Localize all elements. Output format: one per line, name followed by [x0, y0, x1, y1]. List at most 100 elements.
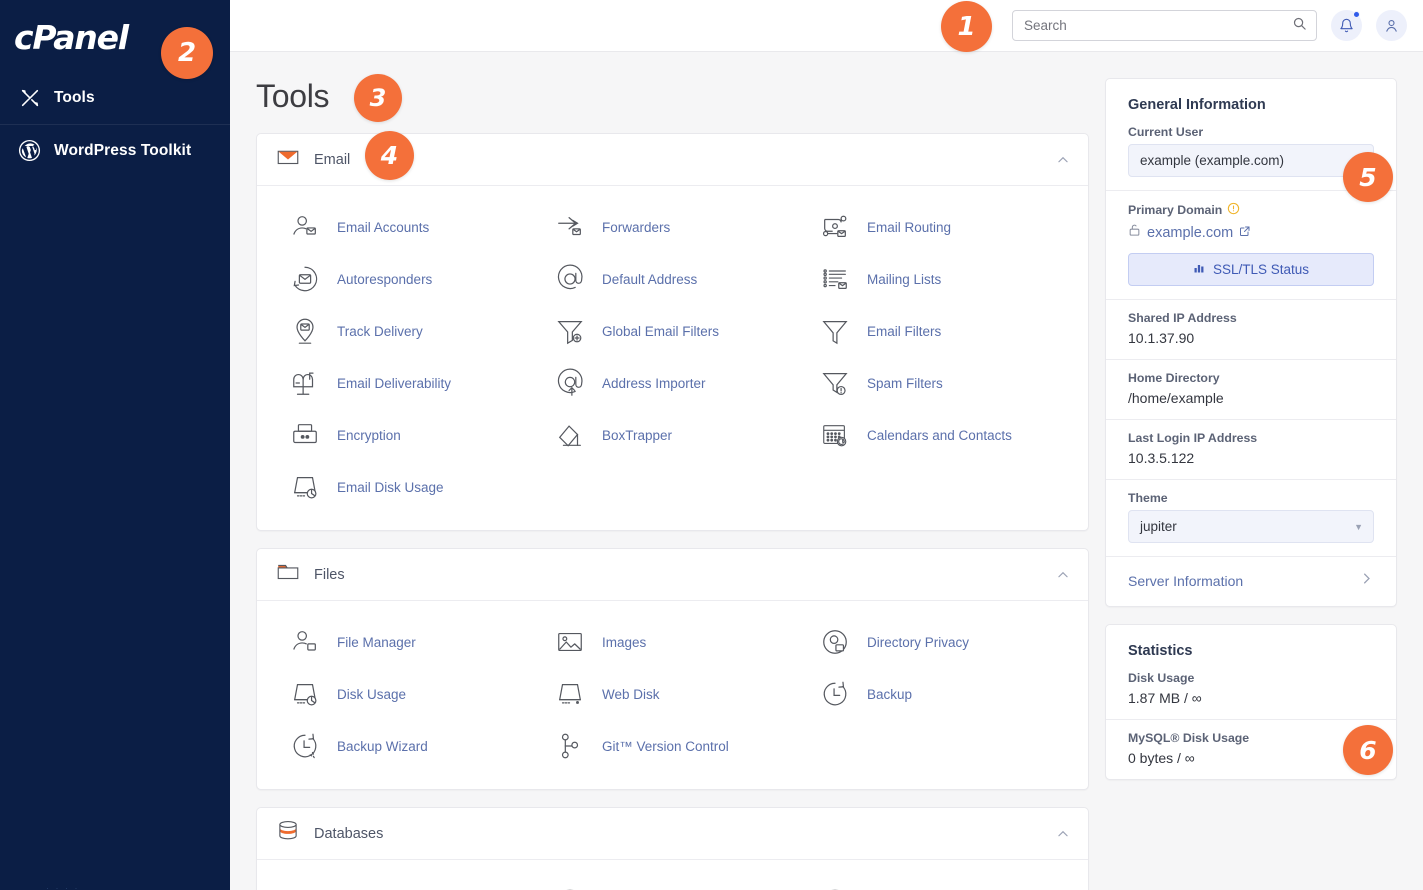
chevron-down-icon: ▼ — [1354, 521, 1363, 532]
file-manager-icon — [289, 626, 321, 658]
external-link-icon[interactable] — [1239, 224, 1251, 242]
tools-column: Tools Email Email Accounts Forwarders Em… — [256, 78, 1089, 890]
sidebar-item-tools[interactable]: Tools — [0, 72, 230, 124]
wordpress-icon — [18, 139, 41, 162]
current-user-select[interactable]: example (example.com) ▼ — [1128, 144, 1374, 177]
email-disk-usage-icon — [289, 471, 321, 503]
cpanel-app: cPanel Tools WordPress Toolkit · · · · S… — [0, 0, 1423, 890]
tool-web-disk[interactable]: Web Disk — [540, 671, 805, 717]
last-login-ip-value: 10.3.5.122 — [1128, 450, 1195, 466]
email-accounts-icon — [289, 211, 321, 243]
search-box[interactable] — [1012, 10, 1317, 41]
ssl-tls-status-label: SSL/TLS Status — [1212, 262, 1310, 277]
current-user-label: Current User — [1128, 125, 1204, 139]
tool-mysql-databases[interactable]: MySQL® Databases — [540, 878, 805, 890]
bar-chart-icon — [1193, 262, 1205, 277]
lock-open-icon — [1128, 223, 1141, 242]
chevron-right-icon — [1359, 571, 1374, 591]
tool-email-accounts[interactable]: Email Accounts — [275, 204, 540, 250]
disk-usage-value: 1.87 MB / ∞ — [1128, 690, 1202, 706]
tool-calendars-and-contacts[interactable]: Calendars and Contacts — [805, 412, 1070, 458]
tool-track-delivery[interactable]: Track Delivery — [275, 308, 540, 354]
mailing-lists-icon — [819, 263, 851, 295]
chevron-up-icon[interactable] — [1056, 153, 1070, 167]
search-input[interactable] — [1024, 18, 1292, 33]
tool-global-email-filters[interactable]: Global Email Filters — [540, 308, 805, 354]
shared-ip-value: 10.1.37.90 — [1128, 330, 1195, 346]
tool-directory-privacy[interactable]: Directory Privacy — [805, 619, 1070, 665]
search-icon[interactable] — [1292, 16, 1307, 36]
folder-icon — [275, 559, 301, 590]
tool-email-accounts-label: Email Accounts — [337, 219, 430, 235]
section-email-title: Email — [314, 151, 351, 168]
chevron-up-icon[interactable] — [1056, 568, 1070, 582]
tool-boxtrapper[interactable]: BoxTrapper — [540, 412, 805, 458]
tool-disk-usage-label: Disk Usage — [337, 686, 407, 702]
spam-filters-icon — [819, 367, 851, 399]
tool-email-disk-usage[interactable]: Email Disk Usage — [275, 464, 540, 510]
theme-row: Theme jupiter ▼ — [1106, 479, 1396, 556]
tool-disk-usage[interactable]: Disk Usage — [275, 671, 540, 717]
primary-domain-label-text: Primary Domain — [1128, 203, 1223, 217]
primary-domain-label: Primary Domain — [1128, 202, 1374, 218]
warning-circle-icon[interactable] — [1227, 202, 1240, 218]
tool-forwarders[interactable]: Forwarders — [540, 204, 805, 250]
tool-default-address-label: Default Address — [602, 271, 698, 287]
tool-directory-privacy-label: Directory Privacy — [867, 634, 970, 650]
section-email: Email Email Accounts Forwarders Email Ro… — [256, 133, 1089, 531]
tool-git-version-control-label: Git™ Version Control — [602, 738, 729, 754]
account-button[interactable] — [1376, 10, 1407, 41]
general-information-title: General Information — [1128, 97, 1266, 113]
tool-encryption[interactable]: Encryption — [275, 412, 540, 458]
tool-email-routing[interactable]: Email Routing — [805, 204, 1070, 250]
tool-forwarders-label: Forwarders — [602, 219, 671, 235]
section-files-items: File Manager Images Directory Privacy Di… — [257, 601, 1088, 789]
email-deliverability-icon — [289, 367, 321, 399]
sidebar-item-wordpress-toolkit[interactable]: WordPress Toolkit — [0, 124, 230, 176]
annotation-badge-3: 3 — [354, 74, 402, 122]
tool-phpmyadmin[interactable]: php phpMyAdmin — [275, 878, 540, 890]
tool-address-importer[interactable]: Address Importer — [540, 360, 805, 406]
track-delivery-icon — [289, 315, 321, 347]
global-email-filters-icon — [554, 315, 586, 347]
annotation-badge-6: 6 — [1343, 725, 1393, 775]
tool-backup-wizard[interactable]: Backup Wizard — [275, 723, 540, 769]
backup-icon — [819, 678, 851, 710]
section-databases-header[interactable]: Databases — [257, 808, 1088, 860]
section-email-items: Email Accounts Forwarders Email Routing … — [257, 186, 1088, 530]
notifications-button[interactable] — [1331, 10, 1362, 41]
theme-select[interactable]: jupiter ▼ — [1128, 510, 1374, 543]
section-files-title: Files — [314, 566, 345, 583]
tool-mailing-lists-label: Mailing Lists — [867, 271, 942, 287]
tool-git-version-control[interactable]: Git™ Version Control — [540, 723, 805, 769]
tool-file-manager[interactable]: File Manager — [275, 619, 540, 665]
tool-calendars-and-contacts-label: Calendars and Contacts — [867, 427, 1012, 443]
tool-spam-filters[interactable]: Spam Filters — [805, 360, 1070, 406]
tool-mailing-lists[interactable]: Mailing Lists — [805, 256, 1070, 302]
disk-usage-label: Disk Usage — [1128, 671, 1195, 685]
database-icon — [275, 818, 301, 849]
tool-images[interactable]: Images — [540, 619, 805, 665]
tool-email-deliverability[interactable]: Email Deliverability — [275, 360, 540, 406]
annotation-badge-2: 2 — [161, 27, 213, 79]
shared-ip-row: Shared IP Address 10.1.37.90 — [1106, 299, 1396, 359]
directory-privacy-icon — [819, 626, 851, 658]
annotation-badge-1: 1 — [941, 1, 992, 52]
primary-domain-value[interactable]: example.com — [1147, 225, 1233, 241]
tool-images-label: Images — [602, 634, 647, 650]
theme-value: jupiter — [1140, 519, 1177, 534]
tool-mysql-database-wizard[interactable]: MySQL® Database Wizard — [805, 878, 1070, 890]
server-information-link[interactable]: Server Information — [1106, 556, 1396, 606]
chevron-up-icon[interactable] — [1056, 827, 1070, 841]
ssl-tls-status-button[interactable]: SSL/TLS Status — [1128, 253, 1374, 286]
tool-email-filters[interactable]: Email Filters — [805, 308, 1070, 354]
tool-autoresponders[interactable]: Autoresponders — [275, 256, 540, 302]
shared-ip-label: Shared IP Address — [1128, 311, 1237, 325]
git-icon — [554, 730, 586, 762]
web-disk-icon — [554, 678, 586, 710]
section-files-header[interactable]: Files — [257, 549, 1088, 601]
tool-backup[interactable]: Backup — [805, 671, 1070, 717]
default-address-icon — [554, 263, 586, 295]
tool-default-address[interactable]: Default Address — [540, 256, 805, 302]
primary-domain-row: Primary Domain example.com SSL/TLS Statu… — [1106, 190, 1396, 299]
